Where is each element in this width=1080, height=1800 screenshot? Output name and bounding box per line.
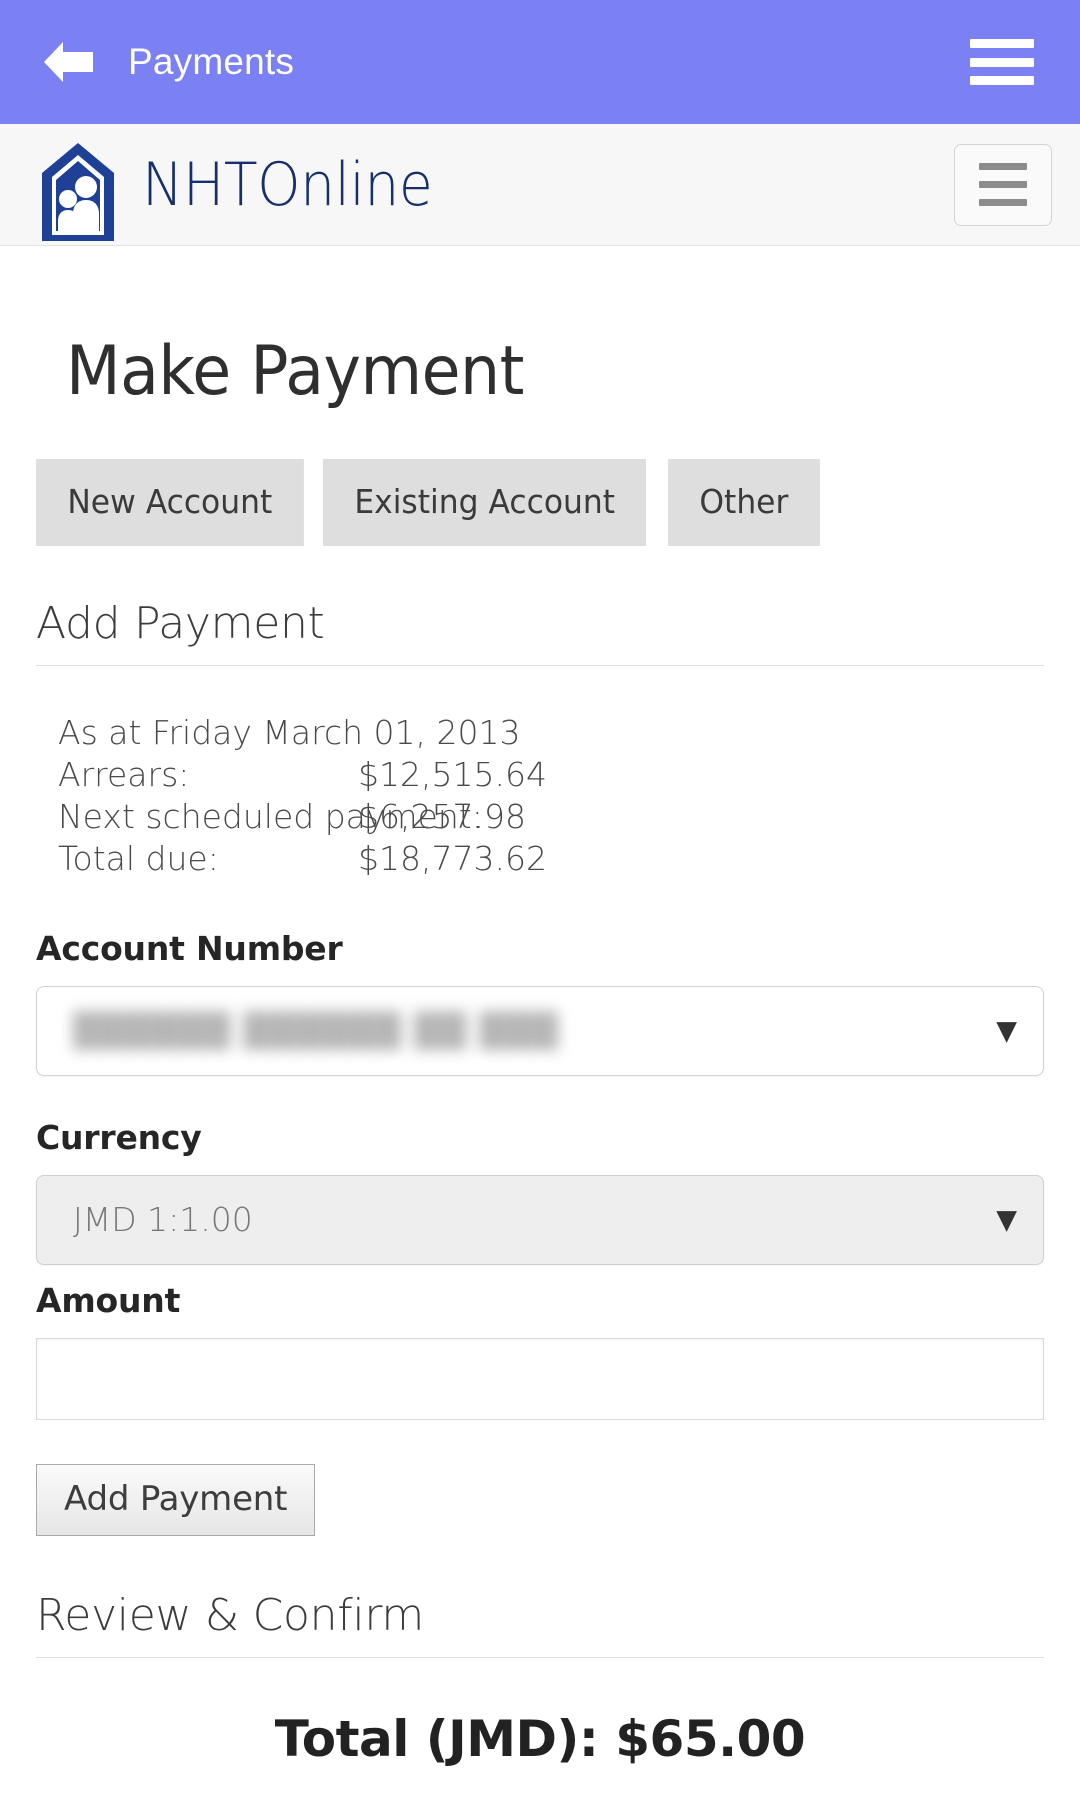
review-total: Total (JMD): $65.00 — [274, 1709, 806, 1768]
page-title: Make Payment — [66, 332, 524, 411]
hamburger-menu-icon-line-2 — [970, 57, 1034, 67]
hamburger-menu-icon-line-1 — [970, 39, 1034, 48]
currency-label: Currency — [36, 1117, 202, 1157]
brand-name: NHTOnline — [142, 149, 433, 220]
chevron-down-icon: ▼ — [996, 1204, 1017, 1236]
add-payment-section-heading: Add Payment — [36, 598, 1044, 666]
tab-new-account[interactable]: New Account — [36, 459, 304, 546]
amount-label: Amount — [36, 1280, 181, 1320]
add-payment-button[interactable]: Add Payment — [36, 1463, 316, 1536]
summary-row-arrears: Arrears: $12,515.64 — [58, 754, 1044, 796]
hamburger-menu-icon-line-2 — [979, 181, 1027, 188]
nav-toggle-button[interactable] — [954, 143, 1052, 226]
currency-select[interactable]: JMD 1:1.00 ▼ — [36, 1174, 1044, 1265]
hamburger-menu-icon-line-3 — [979, 199, 1027, 206]
account-number-label: Account Number — [36, 928, 343, 968]
nht-house-family-logo — [40, 141, 116, 245]
back-button[interactable] — [34, 28, 102, 96]
payment-type-tabs: New Account Existing Account Other — [36, 459, 1044, 546]
summary-row-total-due: Total due: $18,773.62 — [58, 838, 1044, 880]
summary-label-next-payment: Next scheduled payment: — [58, 797, 483, 837]
brand-link[interactable]: NHTOnline — [40, 125, 954, 245]
page-content: Make Payment New Account Existing Accoun… — [0, 332, 1080, 1800]
hamburger-menu-icon-line-1 — [979, 163, 1027, 170]
app-bar: Payments — [0, 0, 1080, 124]
account-number-value: ██████ ██████ ██ ███ — [73, 1011, 559, 1051]
tab-existing-account[interactable]: Existing Account — [322, 459, 647, 546]
app-bar-menu-button[interactable] — [970, 36, 1034, 88]
app-bar-title: Payments — [128, 41, 295, 82]
chevron-down-icon: ▼ — [996, 1015, 1017, 1047]
summary-as-at-date: As at Friday March 01, 2013 — [58, 712, 521, 752]
tab-other[interactable]: Other — [668, 459, 820, 546]
summary-value-total-due: $18,773.62 — [358, 839, 547, 879]
summary-label-total-due: Total due: — [58, 839, 219, 879]
summary-row-next-payment: Next scheduled payment: $6,257.98 — [58, 796, 1044, 838]
summary-value-arrears: $12,515.64 — [358, 754, 547, 794]
summary-label-arrears: Arrears: — [58, 754, 190, 794]
arrow-left-icon — [39, 39, 97, 85]
review-confirm-section-heading: Review & Confirm — [36, 1590, 1044, 1658]
hamburger-menu-icon-line-3 — [970, 76, 1034, 85]
site-header: NHTOnline — [0, 124, 1080, 246]
amount-input[interactable] — [36, 1337, 1044, 1420]
account-number-select[interactable]: ██████ ██████ ██ ███ ▼ — [36, 985, 1044, 1076]
account-summary: As at Friday March 01, 2013 Arrears: $12… — [58, 712, 1044, 881]
summary-value-next-payment: $6,257.98 — [358, 797, 526, 837]
currency-value: JMD 1:1.00 — [73, 1200, 253, 1240]
